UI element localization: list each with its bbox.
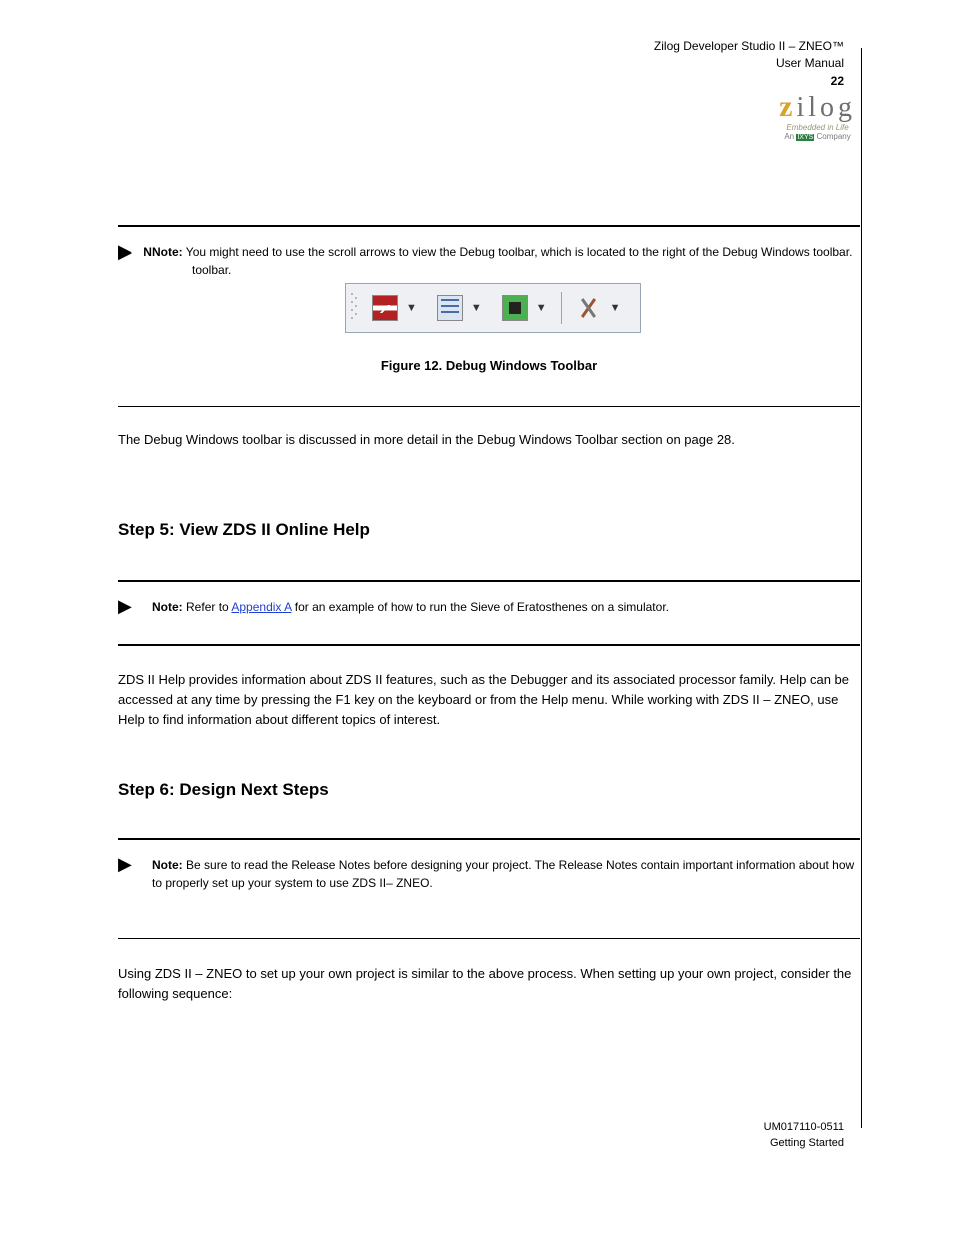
note2-text-before: Refer to <box>186 600 231 614</box>
chip-icon <box>502 295 528 321</box>
note1-top-rule <box>118 225 860 227</box>
dropdown-caret-icon: ▼ <box>406 302 417 314</box>
note2-top-rule <box>118 580 860 582</box>
toolbar-btn-tools[interactable]: ▼ <box>572 293 625 323</box>
para-help-description: ZDS II Help provides information about Z… <box>118 670 860 730</box>
note1-bottom-rule <box>118 406 860 407</box>
doc-title-line2: User Manual <box>654 55 844 72</box>
note1-arrow: ▶ <box>118 241 132 262</box>
note2-body: Note: Refer to Appendix A for an example… <box>152 598 860 616</box>
oscilloscope-icon <box>372 295 398 321</box>
tools-icon <box>576 295 602 321</box>
note1-body: Note: You might need to use the scroll a… <box>152 243 860 261</box>
heading-step6: Step 6: Design Next Steps <box>118 780 329 800</box>
para-next-steps: Using ZDS II – ZNEO to set up your own p… <box>118 964 860 1004</box>
note1-text-span: You might need to use the scroll arrows … <box>186 245 853 259</box>
note3-body: Note: Be sure to read the Release Notes … <box>152 856 860 892</box>
note2-arrow-icon: ▶ <box>118 596 132 617</box>
dropdown-caret-icon: ▼ <box>471 302 482 314</box>
doc-title-line1: Zilog Developer Studio II – ZNEO™ <box>654 38 844 55</box>
note3-top-rule <box>118 838 860 840</box>
figure-12-caption: Figure 12. Debug Windows Toolbar <box>118 358 860 373</box>
logo-tagline-2: An IXYS Company <box>779 133 856 142</box>
note3-bottom-rule <box>118 938 860 939</box>
note3-text: Be sure to read the Release Notes before… <box>152 858 854 890</box>
toolbar-grip-icon <box>350 290 358 326</box>
note3-label: Note: <box>152 858 183 872</box>
footer-section: Getting Started <box>764 1136 844 1151</box>
toolbar-btn-chip[interactable]: ▼ <box>498 293 551 323</box>
logo-text: ilog <box>796 92 856 123</box>
note2-label: Note: <box>152 600 183 614</box>
page-header: Zilog Developer Studio II – ZNEO™ User M… <box>654 38 844 88</box>
debug-windows-toolbar-figure: ▼ ▼ ▼ ▼ <box>345 283 641 333</box>
page-footer: UM017110-0511 Getting Started <box>764 1120 844 1151</box>
note2-bottom-rule <box>118 644 860 646</box>
para-debug-windows-pointer: The Debug Windows toolbar is discussed i… <box>118 430 860 450</box>
note1-label-b: Note: <box>152 245 183 259</box>
dropdown-caret-icon: ▼ <box>536 302 547 314</box>
heading-step5: Step 5: View ZDS II Online Help <box>118 520 370 540</box>
appendix-a-link[interactable]: Appendix A <box>231 600 291 614</box>
page-number: 22 <box>654 74 844 88</box>
footer-doc-code: UM017110-0511 <box>764 1120 844 1135</box>
note2-text-after: for an example of how to run the Sieve o… <box>291 600 669 614</box>
toolbar-btn-list[interactable]: ▼ <box>433 293 486 323</box>
note3-arrow-icon: ▶ <box>118 854 132 875</box>
list-icon <box>437 295 463 321</box>
toolbar-btn-osc[interactable]: ▼ <box>368 293 421 323</box>
zilog-logo: zilog Embedded in Life An IXYS Company <box>779 90 862 141</box>
toolbar-separator <box>561 292 562 324</box>
right-margin-rule <box>861 48 862 1128</box>
dropdown-caret-icon: ▼ <box>610 302 621 314</box>
